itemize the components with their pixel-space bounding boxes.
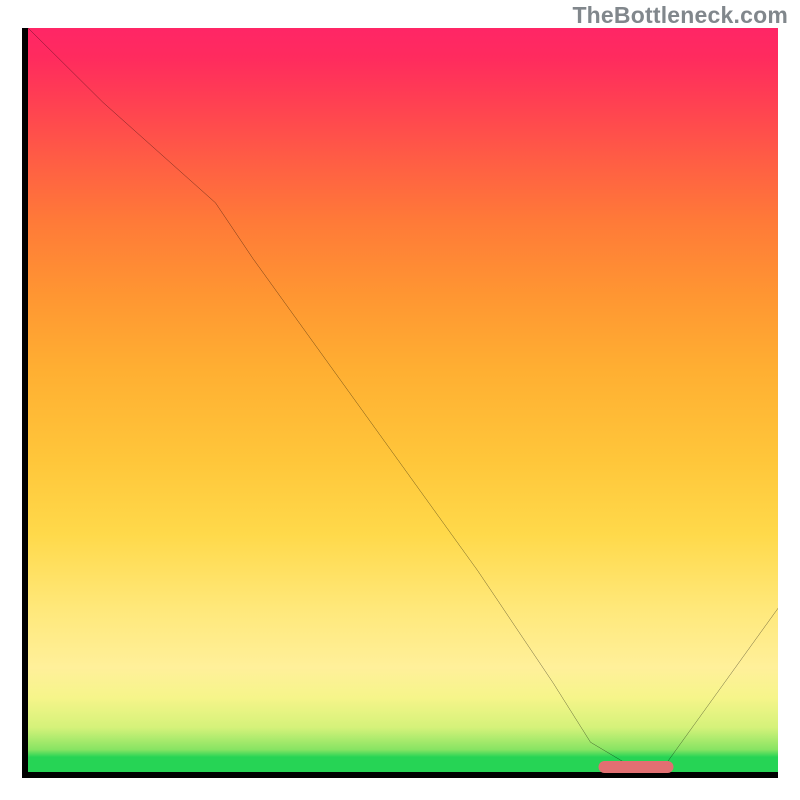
- bottleneck-chart: TheBottleneck.com: [0, 0, 800, 800]
- watermark-label: TheBottleneck.com: [572, 2, 788, 29]
- gradient-fill: [28, 28, 778, 772]
- plot-area: [22, 28, 778, 778]
- optimal-range-marker: [598, 761, 673, 773]
